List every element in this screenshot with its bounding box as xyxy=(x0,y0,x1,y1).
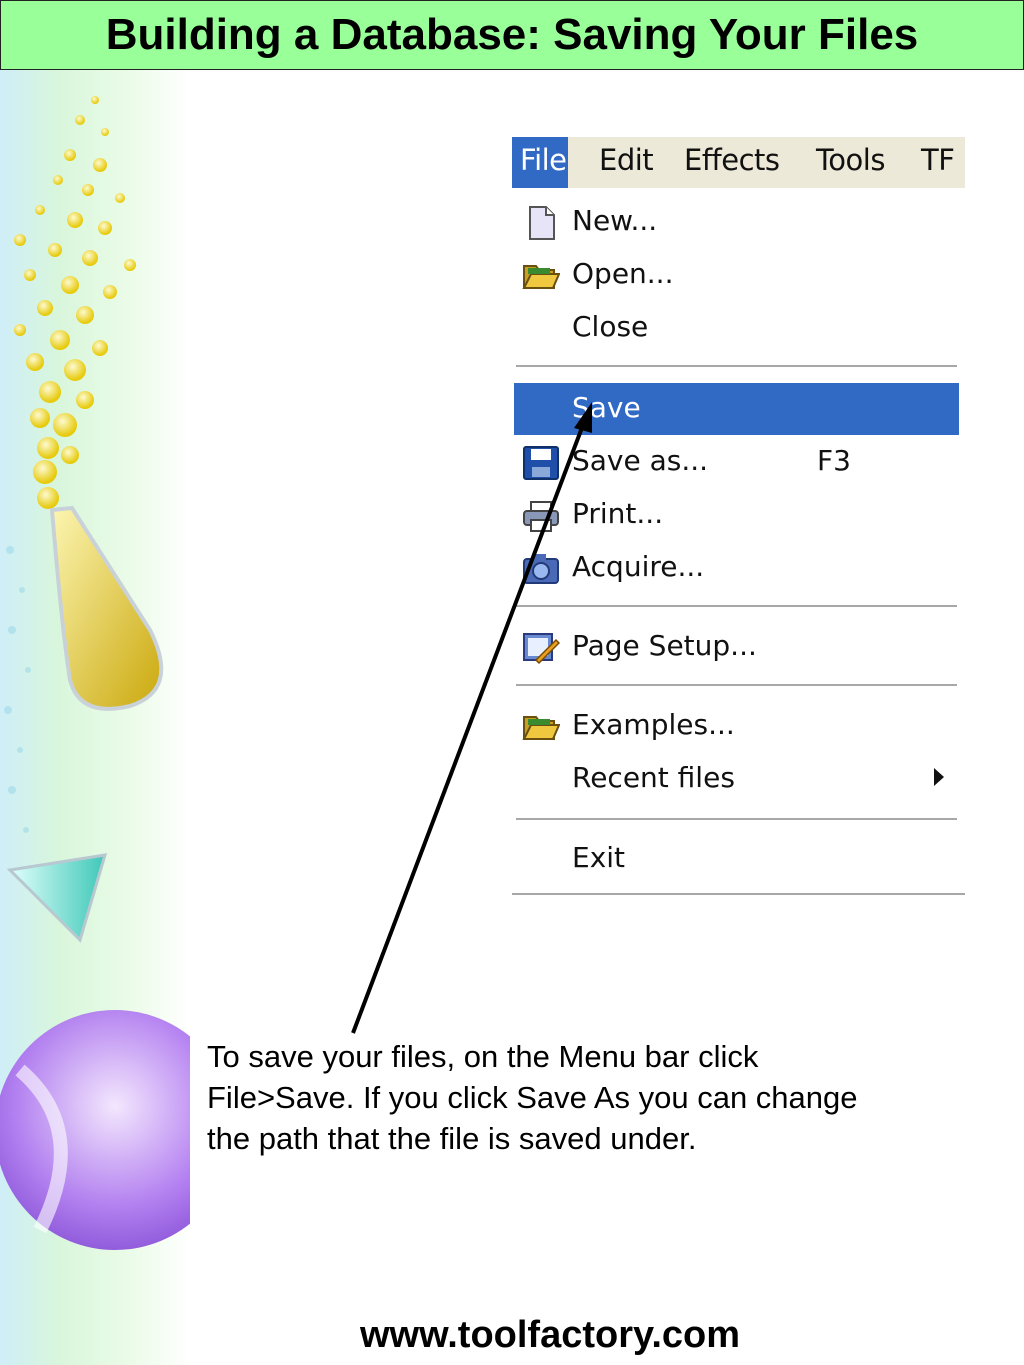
menu-item-label: Save as... xyxy=(572,444,709,477)
camera-icon xyxy=(522,551,560,587)
menu-effects[interactable]: Effects xyxy=(684,137,780,188)
menu-item-new[interactable]: New... xyxy=(514,196,959,248)
menu-bar: File Edit Effects Tools TF xyxy=(512,137,965,189)
menu-item-label: Acquire... xyxy=(572,550,705,583)
page-setup-icon xyxy=(522,630,561,666)
open-folder-icon xyxy=(522,709,561,745)
lab-flask-illustration xyxy=(0,96,190,1250)
open-folder-icon xyxy=(522,258,561,294)
slide-title: Building a Database: Saving Your Files xyxy=(105,10,919,59)
submenu-arrow-icon xyxy=(934,768,944,786)
menu-tools[interactable]: Tools xyxy=(816,137,885,188)
menu-item-label: Page Setup... xyxy=(572,629,757,662)
menu-item-close[interactable]: Close xyxy=(514,302,959,354)
menu-edit[interactable]: Edit xyxy=(599,137,654,188)
footer-url: www.toolfactory.com xyxy=(359,1314,741,1356)
menu-item-label: Close xyxy=(572,310,649,343)
menu-separator xyxy=(516,684,957,687)
menu-item-acquire[interactable]: Acquire... xyxy=(514,542,959,594)
menu-item-label: Open... xyxy=(572,257,674,290)
menu-separator xyxy=(516,818,957,821)
menu-item-exit[interactable]: Exit xyxy=(514,833,959,885)
menu-item-label: Save xyxy=(572,391,641,424)
menu-item-label: Examples... xyxy=(572,708,735,741)
new-document-icon xyxy=(522,205,560,241)
menu-item-examples[interactable]: Examples... xyxy=(514,700,959,752)
menu-item-print[interactable]: Print... xyxy=(514,489,959,541)
menu-screenshot: File Edit Effects Tools TF New... Open..… xyxy=(512,137,965,897)
menu-tf[interactable]: TF xyxy=(921,137,955,188)
instruction-caption: To save your files, on the Menu bar clic… xyxy=(207,1039,858,1156)
printer-icon xyxy=(522,498,560,534)
slide-title-bar: Building a Database: Saving Your Files xyxy=(0,0,1024,70)
shortcut-label: F3 xyxy=(817,444,851,477)
menu-item-label: New... xyxy=(572,204,658,237)
menu-file[interactable]: File xyxy=(512,137,568,188)
decorative-lab-flask-artwork xyxy=(0,70,190,1365)
menu-item-label: Recent files xyxy=(572,761,735,794)
menu-item-label: Exit xyxy=(572,841,626,874)
menu-bottom-border xyxy=(512,893,965,896)
menu-item-save[interactable]: Save xyxy=(514,383,959,435)
menu-separator xyxy=(516,605,957,608)
menu-item-save-as[interactable]: Save as... F3 xyxy=(514,436,959,488)
menu-item-page-setup[interactable]: Page Setup... xyxy=(514,621,959,673)
floppy-disk-icon xyxy=(522,445,560,481)
menu-separator xyxy=(516,365,957,368)
file-menu-dropdown: New... Open... Close Save Save as... F3 xyxy=(512,188,965,897)
menu-item-recent-files[interactable]: Recent files xyxy=(514,753,959,805)
menu-item-label: Print... xyxy=(572,497,664,530)
menu-item-open[interactable]: Open... xyxy=(514,249,959,301)
